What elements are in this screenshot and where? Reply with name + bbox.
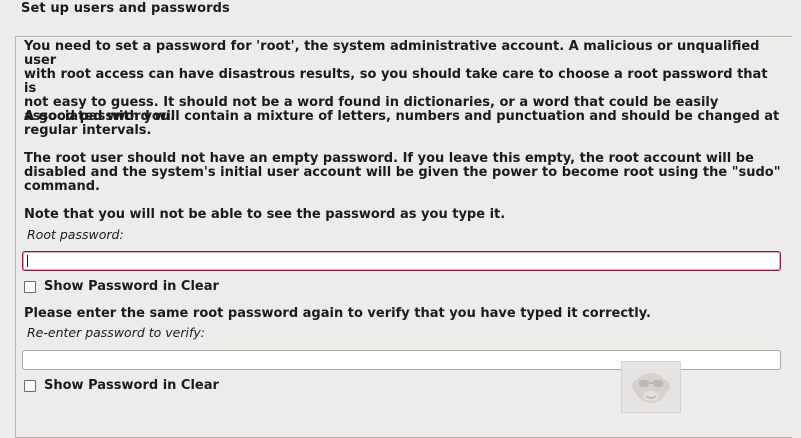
verify-password-label: Re-enter password to verify: [27, 325, 205, 340]
root-password-label: Root password: [27, 227, 124, 242]
root-password-input[interactable] [22, 251, 781, 271]
empty-password-warning-text: The root user should not have an empty p… [24, 151, 781, 194]
monkey-face-icon [632, 373, 670, 403]
verify-prompt-text: Please enter the same root password agai… [24, 306, 651, 321]
hidden-typing-note: Note that you will not be able to see th… [24, 207, 506, 222]
text-caret [27, 255, 28, 267]
checkbox-box[interactable] [24, 379, 36, 392]
show-root-password-checkbox[interactable]: Show Password in Clear [24, 279, 219, 294]
show-password-label[interactable]: Show Password in Clear [44, 378, 219, 393]
watermark-logo-icon [621, 361, 681, 413]
password-advice-text: A good password will contain a mixture o… [24, 109, 780, 138]
checkbox-box[interactable] [24, 280, 36, 293]
show-password-label[interactable]: Show Password in Clear [44, 279, 219, 294]
show-verify-password-checkbox[interactable]: Show Password in Clear [24, 378, 219, 393]
page-title: Set up users and passwords [21, 1, 230, 16]
